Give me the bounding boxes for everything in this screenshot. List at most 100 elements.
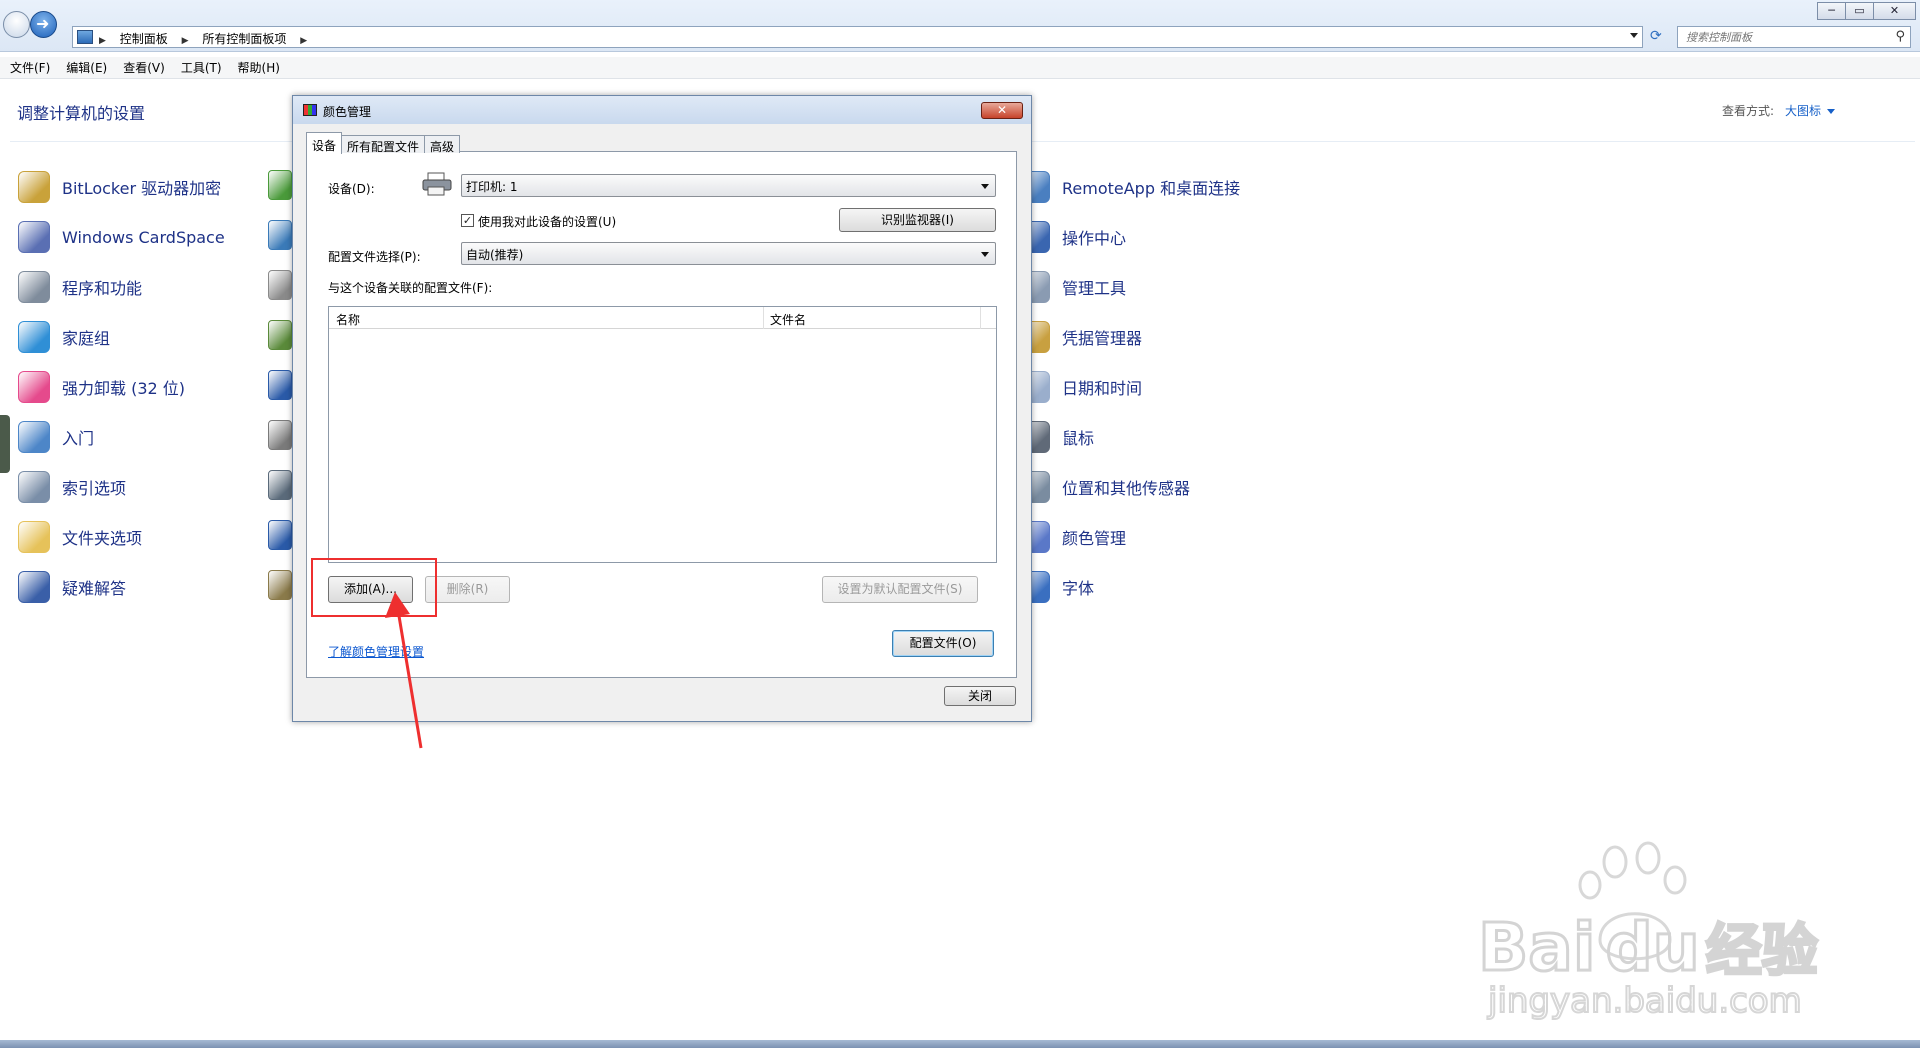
view-by-dropdown[interactable]: 大图标 [1785,102,1835,119]
device-select[interactable]: 打印机: 1 [461,174,996,197]
left-item-label: 家庭组 [62,329,111,348]
right-item-label: 颜色管理 [1062,529,1127,548]
column-separator[interactable] [763,307,764,329]
left-item-label: 程序和功能 [62,279,143,298]
right-item-4[interactable]: 日期和时间 [1018,370,1142,404]
left-item-2[interactable]: 程序和功能 [18,270,142,304]
menu-bar: 文件(F) 编辑(E) 查看(V) 工具(T) 帮助(H) [0,57,1920,79]
partially-hidden-item-icon[interactable] [268,270,292,300]
left-item-label: 疑难解答 [62,579,127,598]
right-item-6[interactable]: 位置和其他传感器 [1018,470,1190,504]
dialog-titlebar[interactable]: 颜色管理 ✕ [293,96,1031,124]
left-item-3[interactable]: 家庭组 [18,320,110,354]
partially-hidden-item-icon[interactable] [268,520,292,550]
remove-profile-button[interactable]: 删除(R) [425,576,510,603]
right-item-0[interactable]: RemoteApp 和桌面连接 [1018,170,1240,204]
learn-color-settings-link[interactable]: 了解颜色管理设置 [328,643,424,660]
partially-hidden-item-icon[interactable] [268,170,292,200]
right-item-label: 日期和时间 [1062,379,1143,398]
menu-edit[interactable]: 编辑(E) [66,57,107,78]
breadcrumb-separator-icon: ▶ [99,36,106,46]
right-item-label: 字体 [1062,579,1095,598]
desktop-screen: ─ ▭ ✕ ▶ 控制面板 ▶ 所有控制面板项 ▶ ⟳ ⚲ 文件(F) 编辑(E)… [0,0,1920,1048]
breadcrumb-all-items[interactable]: 所有控制面板项 [202,32,286,46]
left-item-6[interactable]: 索引选项 [18,470,126,504]
refresh-icon[interactable]: ⟳ [1650,28,1668,46]
side-dock-handle[interactable] [0,415,10,473]
right-item-label: 凭据管理器 [1062,329,1143,348]
tab-all-profiles[interactable]: 所有配置文件 [341,135,426,154]
partially-hidden-item-icon[interactable] [268,470,292,500]
profiles-list-header: 名称 文件名 [329,307,996,329]
indexing-icon [18,471,50,503]
left-item-label: 强力卸载 (32 位) [62,379,186,398]
search-input[interactable] [1686,27,1886,47]
identify-monitors-button[interactable]: 识别监视器(I) [839,208,996,232]
dialog-title: 颜色管理 [323,105,372,119]
left-item-4[interactable]: 强力卸载 (32 位) [18,370,185,404]
watermark-brand: Bai du 经验 [1478,909,1818,986]
use-settings-checkbox[interactable]: ✓ [461,214,474,227]
left-item-0[interactable]: BitLocker 驱动器加密 [18,170,221,204]
search-box[interactable]: ⚲ [1677,26,1911,48]
right-item-3[interactable]: 凭据管理器 [1018,320,1142,354]
right-item-1[interactable]: 操作中心 [1018,220,1126,254]
partially-hidden-item-icon[interactable] [268,320,292,350]
left-item-label: 文件夹选项 [62,529,143,548]
column-filename[interactable]: 文件名 [770,311,806,328]
set-default-profile-button[interactable]: 设置为默认配置文件(S) [822,576,978,603]
left-item-label: Windows CardSpace [62,227,225,247]
left-item-8[interactable]: 疑难解答 [18,570,126,604]
partially-hidden-item-icon[interactable] [268,220,292,250]
partially-hidden-item-icon[interactable] [268,420,292,450]
right-item-2[interactable]: 管理工具 [1018,270,1126,304]
column-separator[interactable] [980,307,981,329]
close-window-button[interactable]: ✕ [1873,2,1916,20]
address-bar: ─ ▭ ✕ ▶ 控制面板 ▶ 所有控制面板项 ▶ ⟳ ⚲ [0,0,1920,52]
troubleshoot-icon [18,571,50,603]
window-controls: ─ ▭ ✕ [1817,2,1916,20]
left-item-label: 入门 [62,429,95,448]
right-item-label: RemoteApp 和桌面连接 [1062,179,1241,198]
address-dropdown-icon[interactable] [1630,33,1638,38]
dialog-close-button-bottom[interactable]: 关闭 [944,686,1016,706]
right-item-label: 鼠标 [1062,429,1095,448]
taskbar [0,1040,1920,1048]
partially-hidden-item-icon[interactable] [268,570,292,600]
right-item-label: 管理工具 [1062,279,1127,298]
address-field[interactable]: ▶ 控制面板 ▶ 所有控制面板项 ▶ [72,26,1643,48]
breadcrumb-control-panel[interactable]: 控制面板 [120,32,168,46]
tab-advanced[interactable]: 高级 [424,135,461,154]
search-icon[interactable]: ⚲ [1895,29,1905,44]
page-title: 调整计算机的设置 [17,104,146,123]
maximize-button[interactable]: ▭ [1845,2,1874,20]
annotation-highlight-box [311,558,437,617]
baidu-jingyan-watermark: Bai du 经验 jingyan.baidu.com [1477,841,1819,1020]
menu-help[interactable]: 帮助(H) [238,57,280,78]
use-settings-label[interactable]: 使用我对此设备的设置(U) [478,213,616,230]
column-name[interactable]: 名称 [336,311,360,328]
uninstall-icon [18,371,50,403]
profiles-button[interactable]: 配置文件(O) [892,630,994,657]
left-item-label: 索引选项 [62,479,127,498]
breadcrumb-separator-icon: ▶ [300,36,308,46]
forward-button[interactable] [30,11,57,38]
programs-icon [18,271,50,303]
left-item-5[interactable]: 入门 [18,420,94,454]
menu-view[interactable]: 查看(V) [123,57,165,78]
bitlocker-icon [18,171,50,203]
menu-file[interactable]: 文件(F) [10,57,50,78]
right-item-7[interactable]: 颜色管理 [1018,520,1126,554]
left-item-7[interactable]: 文件夹选项 [18,520,142,554]
minimize-button[interactable]: ─ [1817,2,1846,20]
left-item-1[interactable]: Windows CardSpace [18,220,225,254]
getting-started-icon [18,421,50,453]
dialog-close-button[interactable]: ✕ [981,102,1023,119]
menu-tools[interactable]: 工具(T) [181,57,222,78]
partially-hidden-item-icon[interactable] [268,370,292,400]
profiles-list[interactable]: 名称 文件名 [328,306,997,563]
tab-devices[interactable]: 设备 [306,132,343,154]
back-button[interactable] [3,11,30,38]
profile-selection-select[interactable]: 自动(推荐) [461,242,996,265]
associated-profiles-label: 与这个设备关联的配置文件(F): [328,281,493,295]
